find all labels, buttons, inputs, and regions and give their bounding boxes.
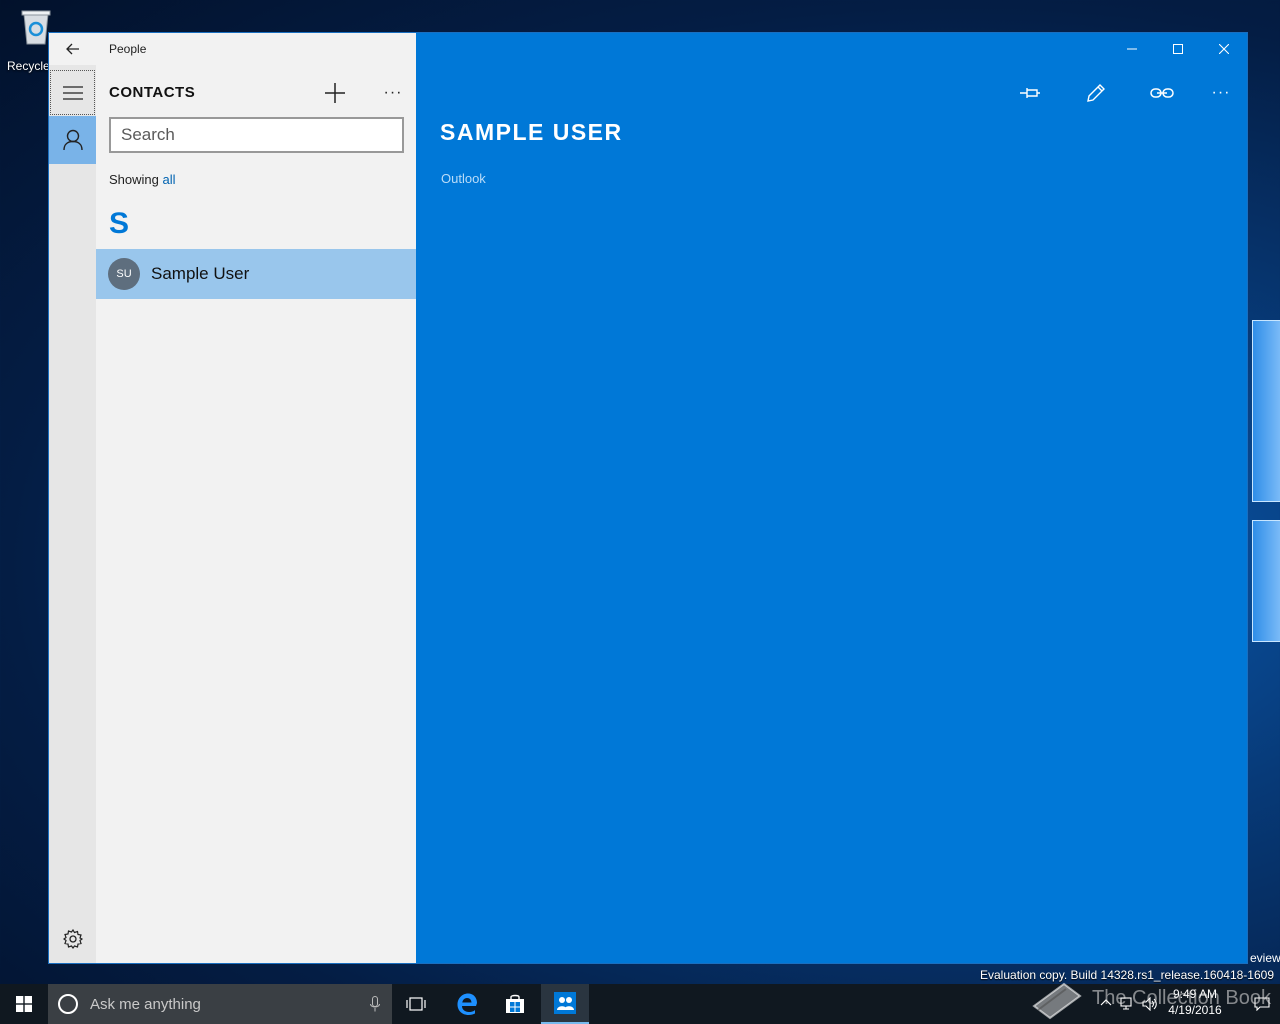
wallpaper-logo <box>1248 300 1280 642</box>
people-app-taskbar-button[interactable] <box>541 984 589 1024</box>
app-title: People <box>109 42 147 56</box>
window-controls <box>1109 33 1247 65</box>
showing-filter: Showing all <box>109 172 176 187</box>
showing-label: Showing <box>109 172 159 187</box>
group-letter-header[interactable]: S <box>109 207 129 241</box>
hamburger-menu-button[interactable] <box>50 70 95 115</box>
watermark: The Collection Book <box>1030 972 1271 1024</box>
add-contact-button[interactable] <box>321 79 349 107</box>
person-icon <box>62 129 83 151</box>
edit-button[interactable] <box>1063 77 1129 109</box>
cortana-search-box[interactable]: Ask me anything <box>48 984 392 1024</box>
maximize-button[interactable] <box>1155 33 1201 65</box>
link-icon <box>1150 88 1174 98</box>
watermark-text: The Collection Book <box>1092 986 1271 1009</box>
filter-link[interactable]: all <box>163 172 176 187</box>
hamburger-icon <box>62 85 83 100</box>
edge-icon <box>457 993 477 1015</box>
detail-more-button[interactable]: ··· <box>1195 77 1247 109</box>
back-arrow-icon <box>65 43 79 55</box>
contact-name: Sample User <box>151 264 250 283</box>
contacts-heading: CONTACTS <box>109 84 196 101</box>
microphone-icon[interactable] <box>370 996 380 1012</box>
minimize-button[interactable] <box>1109 33 1155 65</box>
task-view-icon <box>406 997 426 1011</box>
link-contact-button[interactable] <box>1129 77 1195 109</box>
pencil-icon <box>1087 84 1105 102</box>
book-logo-icon <box>1032 982 1082 1020</box>
contact-source[interactable]: Outlook <box>441 171 486 186</box>
contacts-list-pane: People CONTACTS ··· Showing all S SU Sam… <box>96 33 416 963</box>
people-app-window: People CONTACTS ··· Showing all S SU Sam… <box>48 32 1248 964</box>
close-button[interactable] <box>1201 33 1247 65</box>
people-icon <box>554 992 576 1014</box>
list-more-button[interactable]: ··· <box>379 79 407 107</box>
contact-list-item[interactable]: SU Sample User <box>96 249 416 299</box>
pin-button[interactable] <box>997 77 1063 109</box>
pin-icon <box>1020 88 1040 98</box>
store-icon <box>506 994 524 1013</box>
windows-logo-icon <box>16 996 32 1012</box>
contact-detail-pane: ··· SAMPLE USER Outlook <box>416 33 1247 963</box>
minimize-icon <box>1127 48 1137 50</box>
search-input[interactable] <box>109 117 404 153</box>
contact-display-name: SAMPLE USER <box>440 119 623 145</box>
maximize-icon <box>1173 44 1183 54</box>
task-view-button[interactable] <box>392 984 440 1024</box>
nav-rail <box>49 33 96 963</box>
edge-browser-button[interactable] <box>443 984 491 1024</box>
plus-icon <box>325 83 345 103</box>
settings-button[interactable] <box>49 923 96 955</box>
contact-command-bar: ··· <box>997 77 1247 109</box>
start-button[interactable] <box>0 984 48 1024</box>
nav-item-contacts[interactable] <box>49 116 96 164</box>
cortana-placeholder: Ask me anything <box>90 995 201 1013</box>
avatar: SU <box>108 258 140 290</box>
close-icon <box>1219 44 1229 54</box>
store-button[interactable] <box>491 984 539 1024</box>
gear-icon <box>62 929 83 949</box>
cortana-icon <box>58 994 78 1014</box>
back-button[interactable] <box>49 33 96 65</box>
preview-text-fragment: eview <box>1250 951 1280 965</box>
